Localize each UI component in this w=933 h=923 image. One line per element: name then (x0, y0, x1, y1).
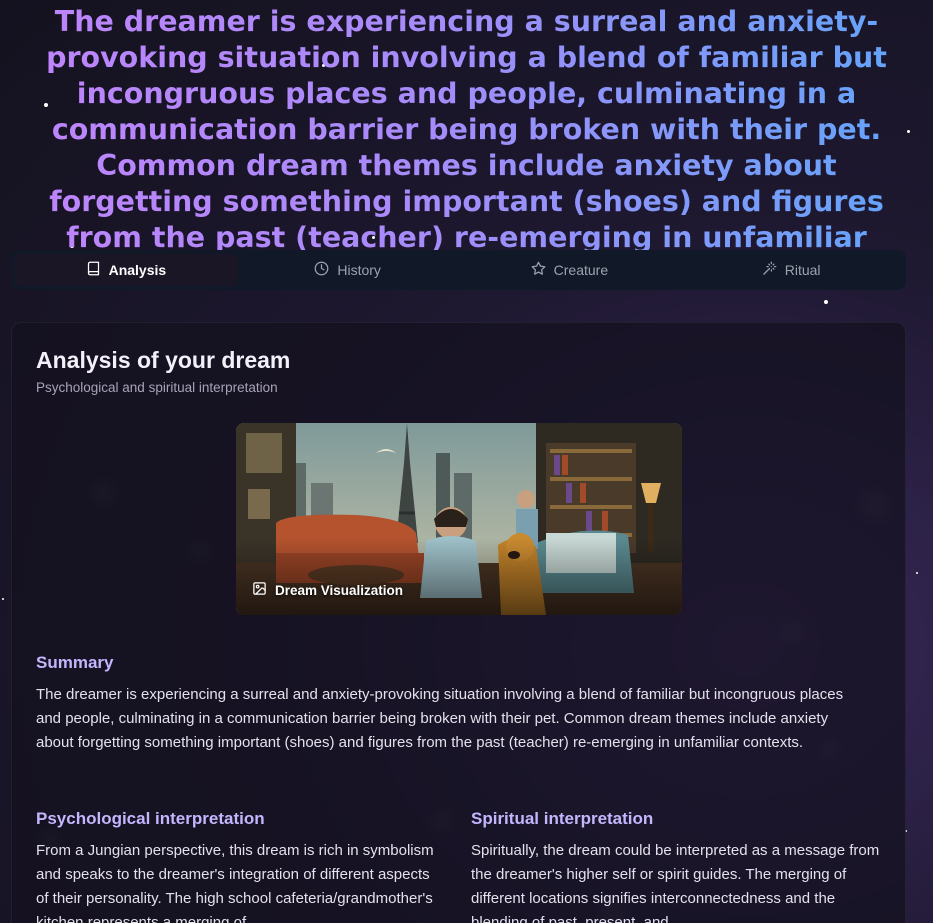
visualization-label: Dream Visualization (252, 581, 403, 599)
book-icon (86, 261, 101, 279)
star-icon (531, 261, 546, 279)
tab-bar: Analysis History Creature Ritual (11, 250, 906, 290)
tab-creature-label: Creature (553, 262, 609, 278)
tab-analysis[interactable]: Analysis (15, 254, 237, 286)
tab-history-label: History (337, 262, 381, 278)
psychological-text: From a Jungian perspective, this dream i… (36, 842, 434, 923)
tab-ritual[interactable]: Ritual (680, 254, 902, 286)
spiritual-title: Spiritual interpretation (471, 809, 654, 828)
summary-title: Summary (36, 653, 114, 672)
tab-history[interactable]: History (237, 254, 459, 286)
tab-ritual-label: Ritual (784, 262, 821, 278)
card-title: Analysis of your dream (36, 347, 291, 373)
summary-text: The dreamer is experiencing a surreal an… (36, 686, 844, 751)
tab-analysis-label: Analysis (108, 262, 167, 278)
analysis-card: Analysis of your dream Psychological and… (11, 322, 906, 923)
dream-visualization[interactable]: Dream Visualization (236, 423, 682, 615)
spiritual-text: Spiritually, the dream could be interpre… (471, 842, 880, 923)
tab-creature[interactable]: Creature (459, 254, 681, 286)
card-subtitle: Psychological and spiritual interpretati… (36, 380, 278, 395)
visualization-label-text: Dream Visualization (275, 582, 404, 598)
psychological-title: Psychological interpretation (36, 809, 265, 828)
magic-wand-icon (762, 261, 777, 279)
dream-headline: The dreamer is experiencing a surreal an… (10, 4, 923, 292)
image-icon (252, 581, 267, 599)
clock-icon (314, 261, 329, 279)
